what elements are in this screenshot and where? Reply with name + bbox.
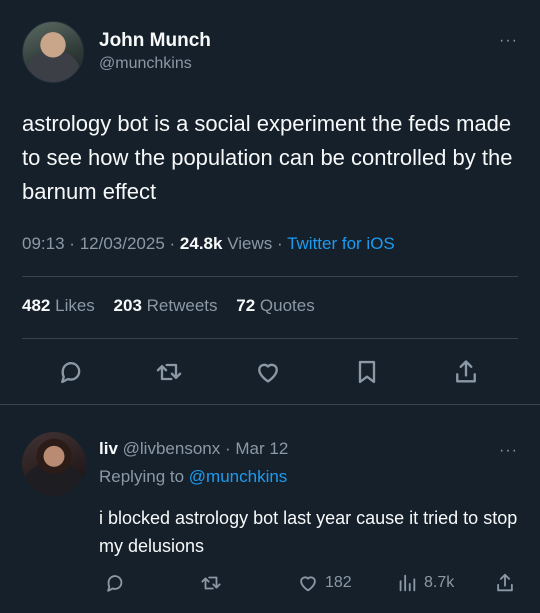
replying-mention[interactable]: @munchkins: [189, 467, 288, 486]
tweet-meta: 09:13 · 12/03/2025 · 24.8k Views · Twitt…: [22, 234, 395, 254]
reply-author-handle[interactable]: @livbensonx: [123, 439, 221, 458]
likes-count: 482: [22, 296, 51, 315]
divider: [0, 404, 540, 405]
tweet-actions: [0, 355, 540, 391]
reply-date[interactable]: Mar 12: [235, 439, 288, 458]
share-icon[interactable]: [452, 358, 484, 390]
likes-stat[interactable]: 482 Likes: [22, 296, 95, 315]
reply-like-button[interactable]: 182: [297, 572, 352, 594]
reply-reply-icon[interactable]: [104, 572, 126, 594]
views-icon: [399, 574, 416, 592]
author-handle[interactable]: @munchkins: [99, 55, 192, 73]
engagement-stats: 482 Likes 203 Retweets 72 Quotes: [22, 296, 315, 316]
replying-to: Replying to @munchkins: [99, 467, 287, 487]
likes-label: Likes: [55, 296, 95, 315]
like-icon[interactable]: [254, 358, 286, 390]
separator: ·: [224, 439, 231, 458]
quotes-stat[interactable]: 72 Quotes: [236, 296, 314, 315]
like-icon: [300, 576, 316, 592]
reply-icon[interactable]: [57, 358, 89, 390]
reply-views-button[interactable]: 8.7k: [396, 572, 454, 594]
retweets-stat[interactable]: 203 Retweets: [114, 296, 218, 315]
reply-views-count: 8.7k: [424, 574, 455, 591]
reply-likes-count: 182: [325, 574, 352, 591]
reply-text: i blocked astrology bot last year cause …: [99, 508, 518, 556]
bookmark-icon[interactable]: [353, 358, 385, 390]
retweets-count: 203: [113, 296, 142, 315]
tweet-time[interactable]: 09:13: [22, 234, 65, 253]
author-name[interactable]: John Munch: [99, 30, 211, 52]
separator: ·: [276, 234, 283, 253]
reply-more-options-icon[interactable]: ···: [499, 442, 518, 460]
avatar[interactable]: [22, 21, 84, 83]
reply-share-icon[interactable]: [494, 572, 516, 594]
tweet-text: astrology bot is a social experiment the…: [22, 111, 513, 204]
views-label: Views: [227, 234, 273, 253]
divider: [22, 276, 518, 277]
quotes-label: Quotes: [259, 296, 315, 315]
retweets-label: Retweets: [146, 296, 218, 315]
views-count: 24.8k: [179, 234, 223, 253]
reply-actions: 182 8.7k: [0, 570, 540, 600]
divider: [22, 338, 518, 339]
quotes-count: 72: [236, 296, 256, 315]
retweet-icon[interactable]: [155, 358, 187, 390]
replying-prefix: Replying to: [99, 467, 185, 486]
reply-avatar[interactable]: [22, 432, 86, 496]
reply-author-name[interactable]: liv: [99, 439, 118, 458]
separator: ·: [69, 234, 75, 253]
more-options-icon[interactable]: ···: [499, 32, 518, 50]
tweet-source[interactable]: Twitter for iOS: [287, 234, 395, 253]
reply-retweet-icon[interactable]: [200, 572, 222, 594]
tweet-date[interactable]: 12/03/2025: [80, 234, 165, 253]
separator: ·: [169, 234, 176, 253]
reply-header: liv @livbensonx · Mar 12: [99, 439, 288, 459]
